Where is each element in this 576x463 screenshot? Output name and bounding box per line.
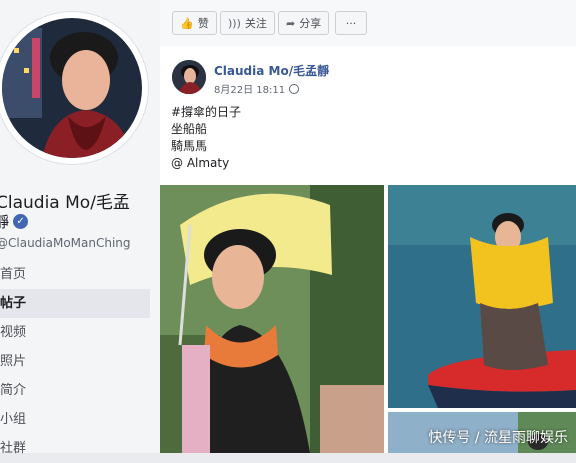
post-timestamp[interactable]: 8月22日 18:11	[214, 81, 285, 96]
nav-item-groups[interactable]: 小组	[0, 405, 160, 434]
source-watermark: 快传号 / 流星雨聊娱乐	[428, 430, 568, 446]
globe-icon	[289, 83, 300, 94]
more-button[interactable]: ···	[335, 11, 367, 35]
nav-item-community[interactable]: 社群	[0, 434, 160, 463]
share-button[interactable]: ➦ 分享	[278, 11, 330, 35]
profile-avatar[interactable]	[2, 18, 142, 158]
post-card: Claudia Mo/毛孟靜 8月22日 18:11 #撐傘的日子 坐船船 騎馬…	[160, 46, 576, 453]
post-photo-umbrella[interactable]	[160, 185, 384, 453]
share-arrow-icon: ➦	[286, 16, 296, 30]
more-dots-icon: ···	[345, 16, 357, 30]
like-label: 赞	[197, 17, 209, 30]
profile-handle[interactable]: @ClaudiaMoManChing	[0, 236, 131, 250]
profile-name-line2: 靜 ✓	[0, 211, 29, 232]
post-hashtag[interactable]: #撐傘的日子	[171, 104, 241, 121]
nav-item-photos[interactable]: 照片	[0, 347, 160, 376]
verified-badge-icon: ✓	[13, 214, 29, 229]
profile-nav: 首页 帖子 视频 照片 简介 小组 社群	[0, 260, 160, 463]
profile-sidebar: Claudia Mo/毛孟 靜 ✓ @ClaudiaMoManChing 首页 …	[0, 0, 160, 456]
nav-item-about[interactable]: 简介	[0, 376, 160, 405]
post-line: 坐船船	[171, 122, 208, 136]
profile-avatar-frame	[0, 12, 148, 164]
like-button[interactable]: 👍 赞	[172, 11, 217, 35]
nav-item-videos[interactable]: 视频	[0, 318, 160, 347]
page-action-bar: 👍 赞 ))) 关注 ➦ 分享 ···	[160, 0, 576, 47]
follow-label: 关注	[244, 17, 267, 30]
post-author-name[interactable]: Claudia Mo/毛孟靜	[214, 62, 329, 79]
post-photo-boat[interactable]	[388, 185, 576, 408]
post-location[interactable]: @ Almaty	[171, 155, 241, 172]
post-line: 騎馬馬	[171, 139, 208, 153]
nav-item-home[interactable]: 首页	[0, 260, 160, 289]
nav-item-posts[interactable]: 帖子	[0, 289, 150, 318]
post-meta: 8月22日 18:11	[214, 81, 300, 96]
thumbs-up-icon: 👍	[180, 16, 194, 30]
follow-button[interactable]: ))) 关注	[220, 11, 275, 35]
post-body: #撐傘的日子 坐船船 騎馬馬 @ Almaty	[171, 104, 241, 172]
author-avatar[interactable]	[172, 60, 206, 94]
profile-name[interactable]: Claudia Mo/毛孟	[0, 188, 130, 213]
profile-name-continued: 靜	[0, 213, 10, 231]
rss-icon: )))	[228, 16, 241, 30]
share-label: 分享	[299, 17, 322, 30]
